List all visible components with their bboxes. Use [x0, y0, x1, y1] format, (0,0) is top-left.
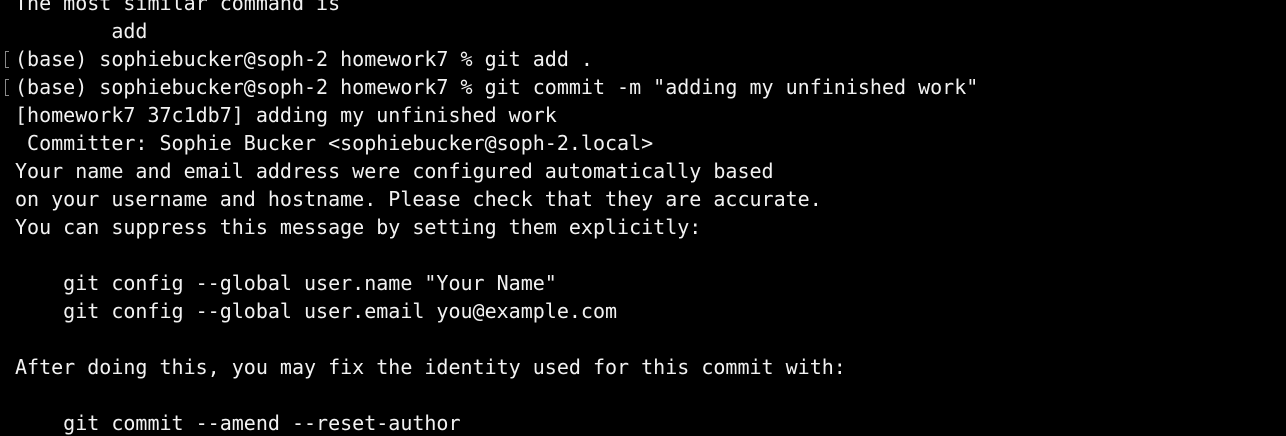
terminal-line: on your username and hostname. Please ch… — [15, 185, 978, 213]
terminal-line: After doing this, you may fix the identi… — [15, 353, 978, 381]
terminal-line-text: on your username and hostname. Please ch… — [15, 187, 822, 211]
terminal-line: [homework7 37c1db7] adding my unfinished… — [15, 101, 978, 129]
terminal-line: Your name and email address were configu… — [15, 157, 978, 185]
terminal-line-text: git commit --amend --reset-author — [15, 411, 461, 435]
terminal-line: git config --global user.name "Your Name… — [15, 269, 978, 297]
terminal-line: You can suppress this message by setting… — [15, 213, 978, 241]
terminal-line-text: You can suppress this message by setting… — [15, 215, 702, 239]
terminal-line-text: [homework7 37c1db7] adding my unfinished… — [15, 103, 557, 127]
terminal-line-text: (base) sophiebucker@soph-2 homework7 % g… — [15, 47, 593, 71]
terminal-prompt-line: (base) sophiebucker@soph-2 homework7 % g… — [5, 45, 978, 73]
terminal-line: Committer: Sophie Bucker <sophiebucker@s… — [15, 129, 978, 157]
terminal-line-text: git config --global user.name "Your Name… — [15, 271, 557, 295]
terminal-line: add — [15, 17, 978, 45]
terminal-line-text: git config --global user.email you@examp… — [15, 299, 618, 323]
terminal-line-text: add — [15, 19, 148, 43]
terminal-line: git config --global user.email you@examp… — [15, 297, 978, 325]
prompt-mark-icon — [5, 51, 9, 68]
terminal-line-text: (base) sophiebucker@soph-2 homework7 % g… — [15, 75, 979, 99]
terminal-line-text: Your name and email address were configu… — [15, 159, 774, 183]
terminal-window[interactable]: The most similar command is add (base) s… — [0, 0, 1286, 436]
terminal-line: The most similar command is — [15, 0, 978, 17]
terminal-prompt-line: (base) sophiebucker@soph-2 homework7 % g… — [5, 73, 979, 101]
terminal-line-text: Committer: Sophie Bucker <sophiebucker@s… — [15, 131, 654, 155]
terminal-line-text: After doing this, you may fix the identi… — [15, 355, 846, 379]
terminal-line: git commit --amend --reset-author — [15, 409, 978, 436]
terminal-line-text: The most similar command is — [15, 0, 341, 15]
terminal-output: The most similar command is add (base) s… — [5, 0, 979, 436]
prompt-mark-icon — [5, 79, 9, 96]
